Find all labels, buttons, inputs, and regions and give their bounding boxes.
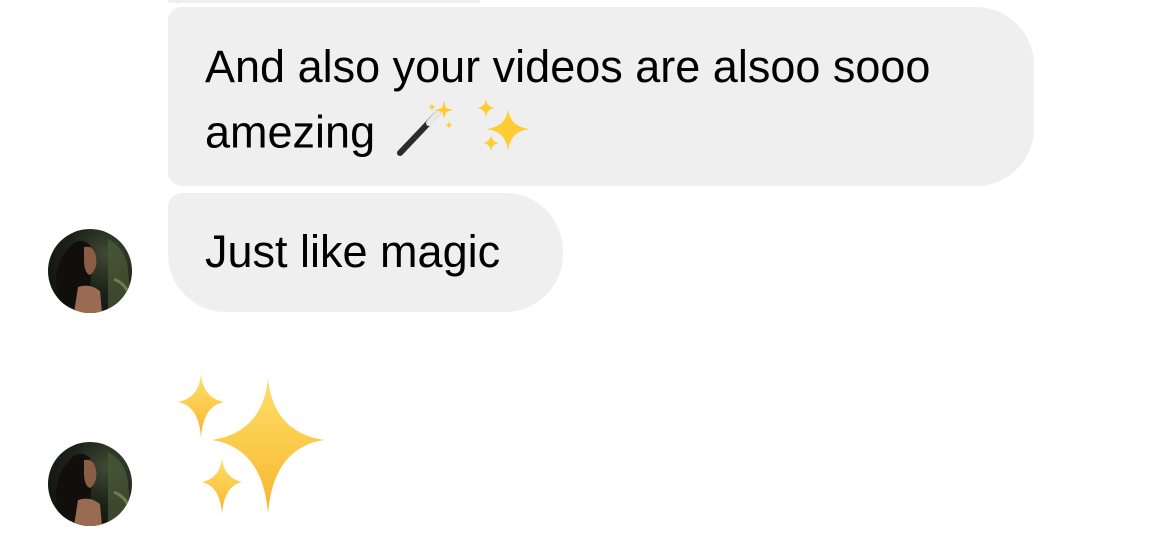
sparkles-icon bbox=[474, 97, 534, 174]
avatar[interactable] bbox=[48, 229, 132, 313]
message-text-line: amezing bbox=[205, 97, 998, 174]
sparkles-icon[interactable] bbox=[172, 372, 332, 527]
message-text-line: And also your videos are alsoo sooo bbox=[205, 41, 931, 92]
avatar[interactable] bbox=[48, 442, 132, 526]
message-bubble[interactable]: Just like magic bbox=[168, 193, 563, 312]
message-text: amezing bbox=[205, 106, 376, 158]
message-text: Just like magic bbox=[205, 226, 501, 277]
magic-wand-icon bbox=[394, 97, 456, 174]
previous-message-bubble-edge bbox=[168, 0, 480, 3]
chat-thread: And also your videos are alsoo sooo amez… bbox=[0, 0, 1170, 556]
message-bubble[interactable]: And also your videos are alsoo sooo amez… bbox=[168, 7, 1034, 186]
